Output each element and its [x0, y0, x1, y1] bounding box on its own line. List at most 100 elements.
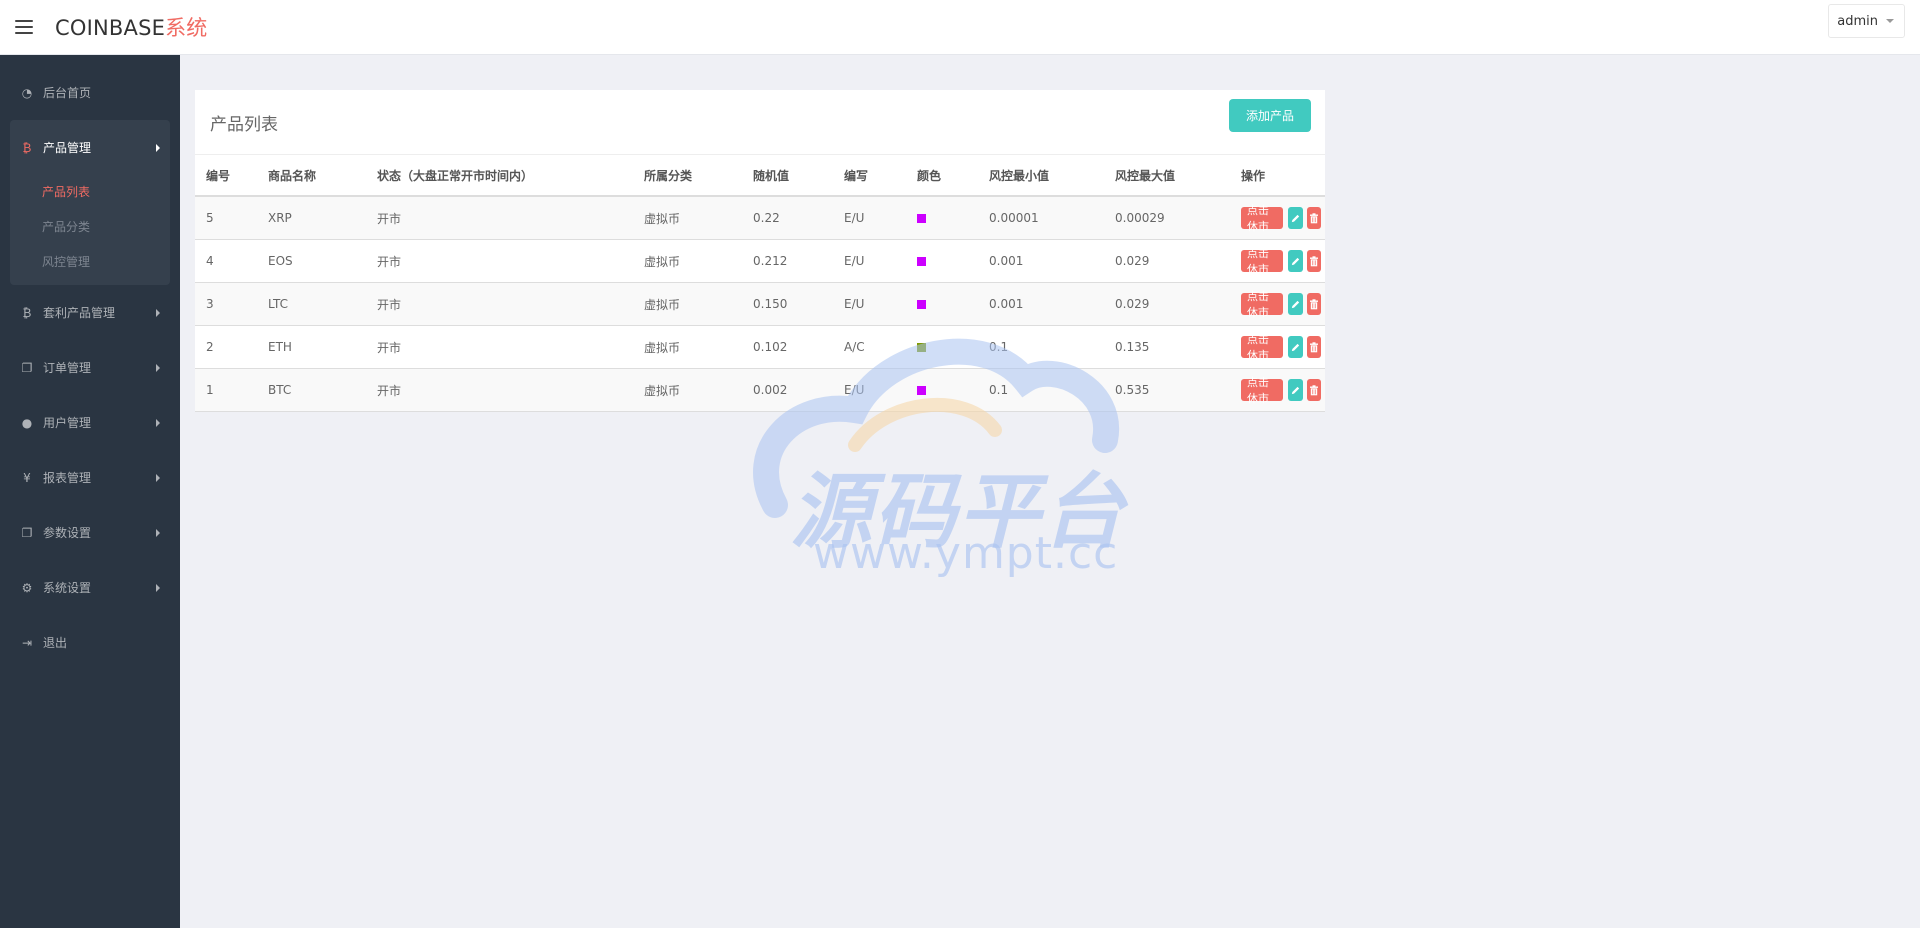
sidebar-item-dashboard[interactable]: ◔ 后台首页 [0, 65, 180, 120]
sidebar-item-label: 系统设置 [43, 581, 92, 595]
table-row: 4 EOS 开市 虚拟币 0.212 E/U 0.001 0.029 点击休市 [195, 239, 1325, 283]
brand-logo[interactable]: COINBASE系统 [55, 12, 207, 42]
chevron-right-icon [156, 528, 160, 537]
close-market-button[interactable]: 点击休市 [1241, 376, 1284, 405]
sidebar-item-orders[interactable]: ❐ 订单管理 [0, 340, 180, 395]
delete-button[interactable] [1306, 379, 1321, 401]
cell-random: 0.22 [742, 196, 833, 240]
sidebar-item-reports[interactable]: ¥ 报表管理 [0, 450, 180, 505]
sidebar-item-users[interactable]: ● 用户管理 [0, 395, 180, 450]
cell-status: 开市 [366, 196, 633, 240]
pencil-icon [1291, 343, 1300, 351]
sidebar-item-label: 用户管理 [43, 416, 92, 430]
column-header[interactable]: 商品名称 [257, 155, 366, 197]
cell-risk-min: 0.1 [978, 325, 1104, 369]
column-header[interactable]: 风控最小值 [978, 155, 1104, 197]
chevron-right-icon [156, 308, 160, 317]
close-market-button[interactable]: 点击休市 [1241, 204, 1284, 233]
sidebar-group-products: ₿ 产品管理 产品列表 产品分类 风控管理 [10, 120, 170, 285]
cell-code: E/U [833, 239, 906, 283]
close-market-button[interactable]: 点击休市 [1241, 290, 1284, 319]
add-product-button[interactable]: 添加产品 [1229, 99, 1311, 132]
edit-button[interactable] [1288, 336, 1303, 358]
cell-random: 0.102 [742, 325, 833, 369]
edit-button[interactable] [1288, 293, 1303, 315]
sidebar-item-label: 参数设置 [43, 526, 92, 540]
sidebar-item-label: 订单管理 [43, 361, 92, 375]
cell-code: A/C [833, 325, 906, 369]
cell-category: 虚拟币 [633, 368, 742, 412]
cell-color [906, 282, 978, 326]
top-header: COINBASE系统 admin [0, 0, 1920, 55]
gears-icon: ⚙ [21, 580, 33, 595]
cell-actions: 点击休市 [1230, 325, 1325, 369]
column-header[interactable]: 所属分类 [633, 155, 742, 197]
table-row: 5 XRP 开市 虚拟币 0.22 E/U 0.00001 0.00029 点击休市 [195, 196, 1325, 240]
column-header[interactable]: 状态（大盘正常开市时间内） [366, 155, 633, 197]
sidebar-subitem-product-list[interactable]: 产品列表 [10, 175, 170, 210]
cell-name: LTC [257, 282, 366, 326]
table-row: 2 ETH 开市 虚拟币 0.102 A/C 0.1 0.135 点击休市 [195, 325, 1325, 369]
color-swatch [917, 214, 926, 223]
delete-button[interactable] [1306, 336, 1321, 358]
brand-main: COINBASE [55, 16, 166, 40]
cell-actions: 点击休市 [1230, 196, 1325, 240]
copy-icon: ❐ [21, 525, 33, 540]
pencil-icon [1291, 386, 1300, 394]
pencil-icon [1291, 300, 1300, 308]
sidebar-subitem-product-category[interactable]: 产品分类 [10, 210, 170, 245]
cell-id: 4 [195, 239, 257, 283]
edit-button[interactable] [1288, 379, 1303, 401]
trash-icon [1309, 255, 1318, 266]
delete-button[interactable] [1306, 207, 1321, 229]
watermark-text: 源码平台 [790, 465, 1126, 560]
color-swatch [917, 257, 926, 266]
user-dropdown[interactable]: admin [1828, 4, 1905, 38]
sidebar-item-system-settings[interactable]: ⚙ 系统设置 [0, 560, 180, 615]
panel-title: 产品列表 [210, 114, 278, 135]
cell-risk-max: 0.00029 [1104, 196, 1230, 240]
caret-down-icon [1886, 19, 1894, 23]
cell-name: EOS [257, 239, 366, 283]
sign-out-icon: ⇥ [21, 635, 33, 650]
edit-button[interactable] [1288, 250, 1303, 272]
yen-icon: ¥ [23, 470, 31, 485]
pencil-icon [1291, 257, 1300, 265]
sidebar-item-label: 报表管理 [43, 471, 92, 485]
cell-actions: 点击休市 [1230, 368, 1325, 412]
cell-code: E/U [833, 282, 906, 326]
cell-name: BTC [257, 368, 366, 412]
cell-random: 0.002 [742, 368, 833, 412]
sidebar-item-arbitrage[interactable]: ₿ 套利产品管理 [0, 285, 180, 340]
cell-status: 开市 [366, 368, 633, 412]
cell-risk-min: 0.001 [978, 239, 1104, 283]
username: admin [1837, 13, 1878, 29]
cell-risk-min: 0.00001 [978, 196, 1104, 240]
sidebar-item-product-management[interactable]: ₿ 产品管理 [10, 120, 170, 175]
sidebar-item-logout[interactable]: ⇥ 退出 [0, 615, 180, 670]
column-header[interactable]: 风控最大值 [1104, 155, 1230, 197]
delete-button[interactable] [1306, 250, 1321, 272]
cell-name: ETH [257, 325, 366, 369]
menu-toggle-icon[interactable] [15, 20, 33, 34]
cell-status: 开市 [366, 282, 633, 326]
cell-status: 开市 [366, 325, 633, 369]
sidebar-subitem-risk-control[interactable]: 风控管理 [10, 245, 170, 280]
copy-icon: ❐ [21, 360, 33, 375]
cell-actions: 点击休市 [1230, 282, 1325, 326]
table-row: 3 LTC 开市 虚拟币 0.150 E/U 0.001 0.029 点击休市 [195, 282, 1325, 326]
edit-button[interactable] [1288, 207, 1303, 229]
cell-color [906, 239, 978, 283]
column-header[interactable]: 编写 [833, 155, 906, 197]
cell-risk-max: 0.535 [1104, 368, 1230, 412]
column-header[interactable]: 随机值 [742, 155, 833, 197]
sidebar-item-parameters[interactable]: ❐ 参数设置 [0, 505, 180, 560]
cell-category: 虚拟币 [633, 325, 742, 369]
delete-button[interactable] [1306, 293, 1321, 315]
close-market-button[interactable]: 点击休市 [1241, 247, 1284, 276]
cell-code: E/U [833, 196, 906, 240]
column-header[interactable]: 编号 [195, 155, 257, 197]
close-market-button[interactable]: 点击休市 [1241, 333, 1284, 362]
sidebar: ◔ 后台首页 ₿ 产品管理 产品列表 产品分类 风控管理 ₿ 套利产品管理 ❐ … [0, 55, 180, 928]
column-header[interactable]: 颜色 [906, 155, 978, 197]
